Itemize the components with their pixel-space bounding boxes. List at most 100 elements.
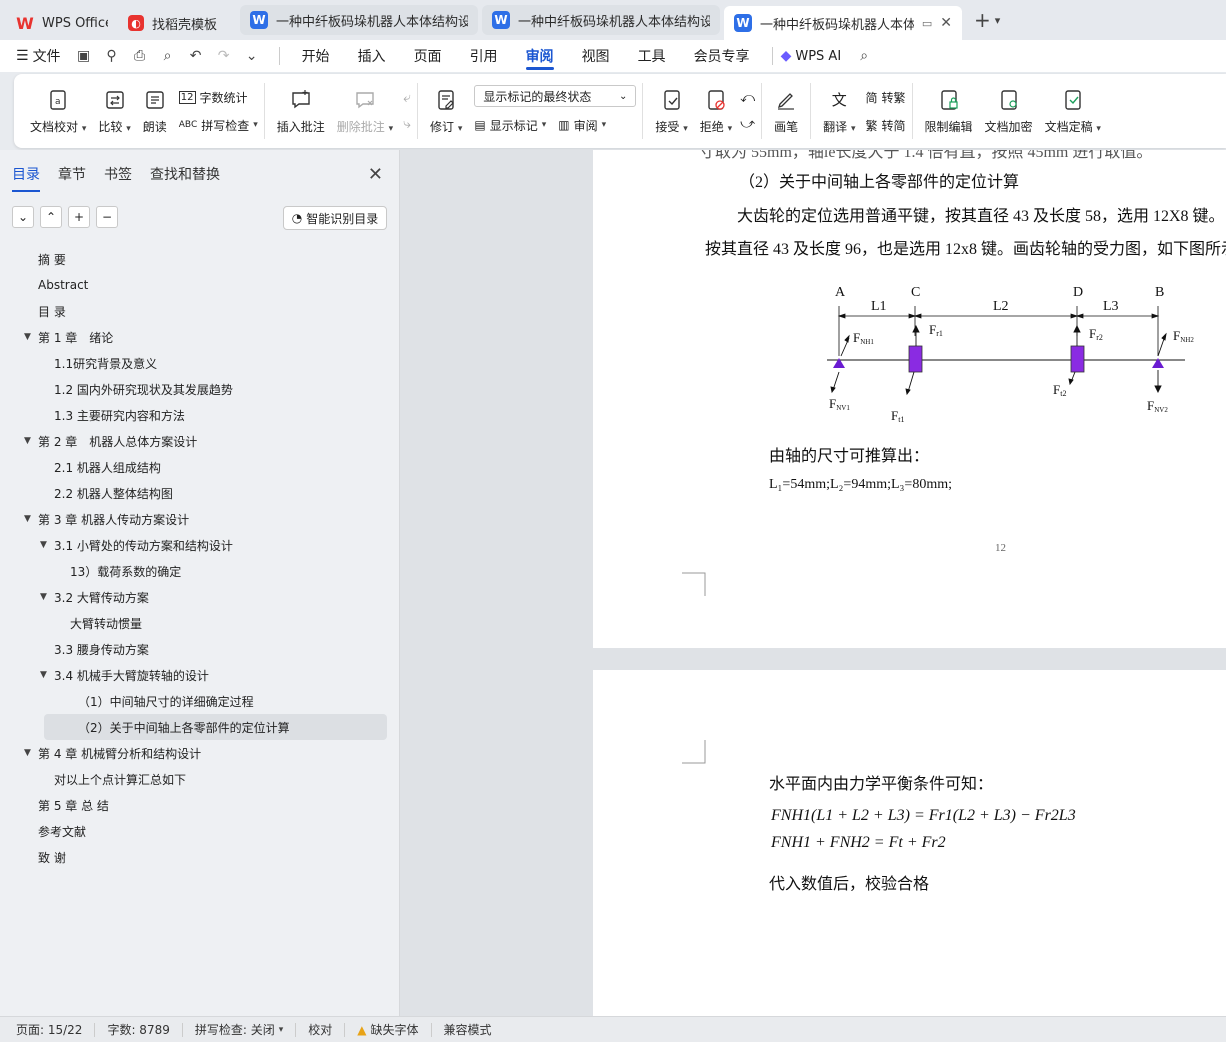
menu-tab-member[interactable]: 会员专享 [680, 40, 764, 72]
show-markup-button[interactable]: ▤ 显示标记 ▾ [474, 113, 546, 137]
chevron-up-icon[interactable]: ⌃ [40, 206, 62, 228]
minus-icon[interactable]: − [96, 206, 118, 228]
wps-ai-button[interactable]: ◆ WPS AI [781, 48, 842, 64]
spell-check-indicator[interactable]: 拼写检查: 关闭 ▾ [195, 1022, 297, 1037]
close-icon[interactable]: ✕ [368, 164, 383, 185]
toc-item[interactable]: Abstract [0, 272, 399, 298]
expand-arrow-icon[interactable]: ▼ [24, 332, 31, 342]
toc-item[interactable]: 1.1研究背景及意义 [0, 350, 399, 376]
expand-arrow-icon[interactable]: ▼ [24, 748, 31, 758]
toc-item[interactable]: ▼ 3.4 机械手大臂旋转轴的设计 [0, 662, 399, 688]
window-icon[interactable]: ▭ [922, 17, 932, 30]
expand-arrow-icon[interactable]: ▼ [24, 514, 31, 524]
accept-button[interactable]: 接受 ▾ [649, 88, 693, 135]
doc-finalize-label: 文档定稿 [1044, 119, 1093, 134]
expand-arrow-icon[interactable]: ▼ [40, 540, 47, 550]
missing-font-indicator[interactable]: ▲ 缺失字体 [357, 1022, 432, 1037]
tab-document-active[interactable]: W 一种中纤板码垛机器人本体结构设计 ▭ ✕ [724, 6, 962, 40]
toc-item[interactable]: 13）载荷系数的确定 [0, 558, 399, 584]
print-icon[interactable]: ⎙ [131, 47, 149, 65]
toc-item[interactable]: 大臂转动惯量 [0, 610, 399, 636]
previous-comment-icon[interactable]: ⤶ [403, 90, 411, 106]
svg-text:a: a [55, 97, 61, 107]
undo-icon[interactable]: ↶ [187, 47, 205, 65]
next-change-icon[interactable]: ⤻ [740, 116, 755, 132]
toc-item[interactable]: ▼ 第 1 章 绪论 [0, 324, 399, 350]
toc-item[interactable]: 1.3 主要研究内容和方法 [0, 402, 399, 428]
toc-item[interactable]: 1.2 国内外研究现状及其发展趋势 [0, 376, 399, 402]
toc-item[interactable]: 3.3 腰身传动方案 [0, 636, 399, 662]
word-count-indicator[interactable]: 字数: 8789 [107, 1022, 183, 1037]
chevron-down-icon[interactable]: ▾ [995, 14, 1001, 27]
to-traditional-button[interactable]: 简 转繁 [866, 85, 906, 109]
save-icon[interactable]: ▣ [75, 47, 93, 65]
toc-item[interactable]: 目 录 [0, 298, 399, 324]
file-menu[interactable]: ☰ 文件 [16, 46, 61, 66]
share-icon[interactable]: ⚲ [103, 47, 121, 65]
toc-item[interactable]: 参考文献 [0, 818, 399, 844]
nav-tab-chapters[interactable]: 章节 [58, 164, 86, 192]
expand-arrow-icon[interactable]: ▼ [40, 592, 47, 602]
previous-change-icon[interactable]: ⤺ [740, 90, 755, 106]
tab-document-1[interactable]: W 一种中纤板码垛机器人本体结构设计 [240, 5, 478, 35]
toc-item[interactable]: 2.1 机器人组成结构 [0, 454, 399, 480]
pen-button[interactable]: 画笔 [768, 88, 804, 135]
more-chevron-icon[interactable]: ⌄ [243, 47, 261, 65]
expand-arrow-icon[interactable]: ▼ [40, 670, 47, 680]
toc-item[interactable]: ▼ 第 3 章 机器人传动方案设计 [0, 506, 399, 532]
toc-item[interactable]: ▼ 第 4 章 机械臂分析和结构设计 [0, 740, 399, 766]
chevron-down-icon[interactable]: ⌄ [12, 206, 34, 228]
nav-tab-bookmarks[interactable]: 书签 [104, 164, 132, 192]
new-tab-icon[interactable]: + [974, 8, 991, 32]
menu-tab-insert[interactable]: 插入 [344, 40, 400, 72]
toc-item[interactable]: （1）中间轴尺寸的详细确定过程 [0, 688, 399, 714]
smart-toc-button[interactable]: ◔ 智能识别目录 [283, 206, 387, 230]
compare-button[interactable]: 比较 ▾ [92, 88, 136, 135]
menu-tab-view[interactable]: 视图 [568, 40, 624, 72]
toc-item[interactable]: （2）关于中间轴上各零部件的定位计算 [44, 714, 387, 740]
search-icon[interactable]: ⌕ [855, 47, 873, 65]
markup-state-select[interactable]: 显示标记的最终状态 ⌄ [474, 85, 637, 107]
close-icon[interactable]: ✕ [940, 15, 952, 31]
proof-indicator[interactable]: 校对 [308, 1022, 346, 1037]
print-preview-icon[interactable]: ⌕ [159, 47, 177, 65]
document-area[interactable]: ⠿ 寸取为 55mm，轴le长度大于 1.4 倍有直，按照 45mm 进行取值。… [400, 150, 1226, 1016]
translate-button[interactable]: 文 翻译 ▾ [817, 88, 861, 135]
page-indicator[interactable]: 页面: 15/22 [16, 1022, 96, 1037]
redo-icon[interactable]: ↷ [215, 47, 233, 65]
doc-check-button[interactable]: a 文档校对 ▾ [24, 88, 92, 135]
menu-tab-references[interactable]: 引用 [456, 40, 512, 72]
spell-check-button[interactable]: ABC 拼写检查 ▾ [179, 113, 258, 137]
toc-item[interactable]: 致 谢 [0, 844, 399, 870]
next-comment-icon[interactable]: ⤷ [403, 116, 411, 132]
toc-item[interactable]: 第 5 章 总 结 [0, 792, 399, 818]
nav-tab-find-replace[interactable]: 查找和替换 [150, 164, 220, 192]
menu-tab-review[interactable]: 审阅 [512, 40, 568, 72]
restrict-edit-button[interactable]: 限制编辑 [919, 88, 979, 135]
toc-item[interactable]: 摘 要 [0, 246, 399, 272]
menu-tab-start[interactable]: 开始 [288, 40, 344, 72]
doc-finalize-button[interactable]: 文档定稿 ▾ [1039, 88, 1107, 135]
nav-tab-toc[interactable]: 目录 [12, 164, 40, 192]
revise-button[interactable]: 修订 ▾ [424, 88, 468, 135]
plus-icon[interactable]: + [68, 206, 90, 228]
menu-tab-tools[interactable]: 工具 [624, 40, 680, 72]
reject-button[interactable]: 拒绝 ▾ [694, 88, 738, 135]
read-aloud-button[interactable]: 朗读 [137, 88, 173, 135]
toc-item[interactable]: 对以上个点计算汇总如下 [0, 766, 399, 792]
to-simplified-button[interactable]: 繁 转简 [866, 113, 906, 137]
tab-template[interactable]: ◐ 找稻壳模板 [118, 7, 236, 39]
review-pane-button[interactable]: ▥ 审阅 ▾ [558, 113, 606, 137]
tab-wps-office[interactable]: W WPS Office [6, 7, 118, 39]
menu-tab-page[interactable]: 页面 [400, 40, 456, 72]
toc-item[interactable]: 2.2 机器人整体结构图 [0, 480, 399, 506]
delete-comment-button[interactable]: 删除批注 ▾ [331, 88, 399, 135]
tab-document-2[interactable]: W 一种中纤板码垛机器人本体结构设计 [482, 5, 720, 35]
toc-item[interactable]: ▼ 3.2 大臂传动方案 [0, 584, 399, 610]
toc-item[interactable]: ▼ 第 2 章 机器人总体方案设计 [0, 428, 399, 454]
expand-arrow-icon[interactable]: ▼ [24, 436, 31, 446]
toc-item[interactable]: ▼ 3.1 小臂处的传动方案和结构设计 [0, 532, 399, 558]
word-count-button[interactable]: 12 字数统计 [178, 85, 258, 109]
insert-comment-button[interactable]: 插入批注 [271, 88, 331, 135]
doc-encrypt-button[interactable]: 文档加密 [979, 88, 1039, 135]
